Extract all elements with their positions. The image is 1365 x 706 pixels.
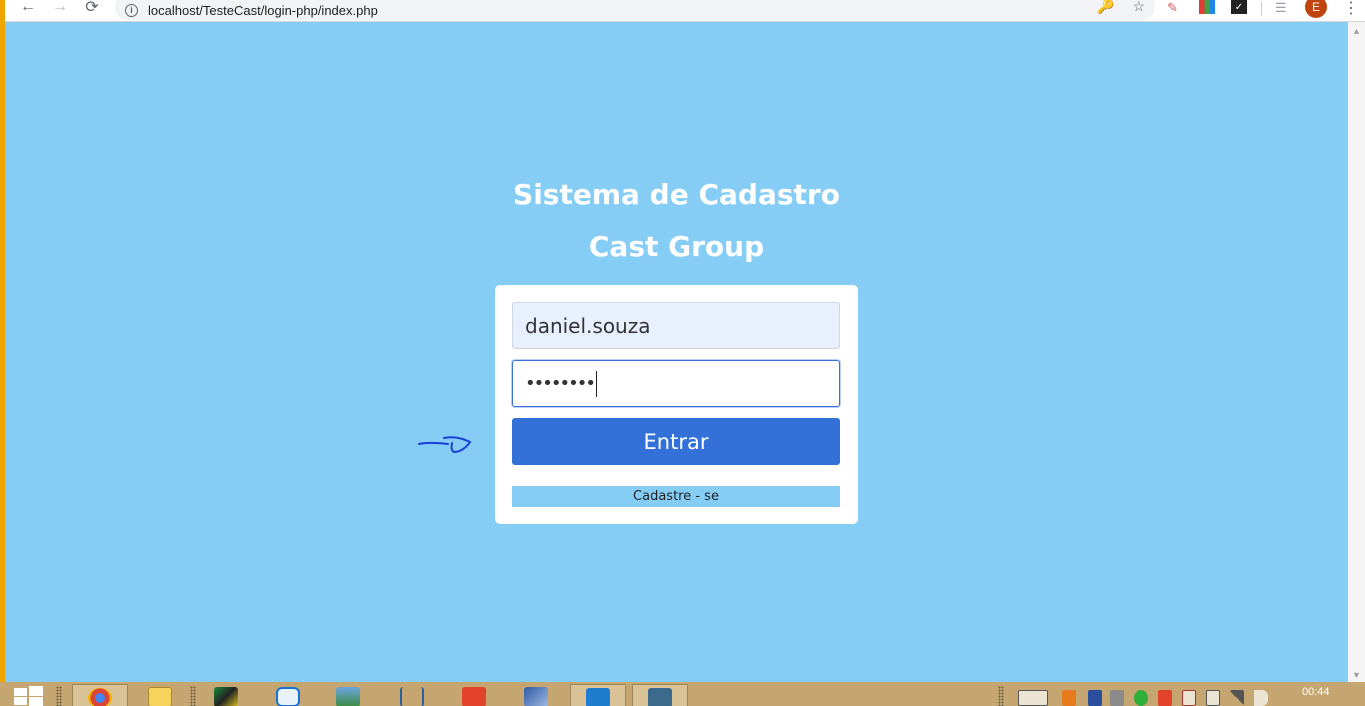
app-icon[interactable] <box>198 684 254 706</box>
profile-avatar[interactable]: E <box>1305 0 1327 18</box>
check-icon[interactable] <box>1134 690 1148 706</box>
scroll-down-icon[interactable]: ▼ <box>1352 670 1361 680</box>
start-button[interactable] <box>14 686 44 706</box>
password-value: •••••••• <box>525 373 596 394</box>
file-explorer-icon[interactable] <box>132 684 188 706</box>
login-card: daniel.souza •••••••• Entrar Cadastre - … <box>495 285 858 524</box>
network-icon[interactable] <box>1230 690 1244 706</box>
username-input[interactable]: daniel.souza <box>512 302 840 349</box>
users-icon[interactable] <box>1110 690 1124 706</box>
username-value: daniel.souza <box>525 313 651 338</box>
key-icon[interactable]: 🔑 <box>1097 0 1114 15</box>
taskbar-clock[interactable]: 00:44 <box>1302 686 1330 698</box>
mysql-workbench-icon[interactable] <box>632 684 688 706</box>
vertical-scrollbar[interactable]: ▲ ▼ <box>1348 22 1365 682</box>
info-icon[interactable]: i <box>125 3 138 17</box>
register-link[interactable]: Cadastre - se <box>512 486 840 507</box>
url-text: localhost/TesteCast/login-php/index.php <box>148 2 378 18</box>
vscode-icon[interactable] <box>570 684 626 706</box>
toolbar-divider <box>1261 2 1262 16</box>
address-bar[interactable]: i localhost/TesteCast/login-php/index.ph… <box>115 0 1155 20</box>
photos-icon[interactable] <box>320 684 376 706</box>
media-list-icon[interactable]: ☰ <box>1275 0 1287 16</box>
taskbar-grip <box>998 686 1004 706</box>
hand-drawn-arrow-icon <box>418 436 472 454</box>
chrome-icon[interactable] <box>72 684 128 706</box>
password-input[interactable]: •••••••• <box>512 360 840 407</box>
color-extension-icon[interactable] <box>1199 0 1215 14</box>
window-edge <box>0 0 5 682</box>
text-caret <box>595 370 597 397</box>
outlook-icon[interactable] <box>508 684 564 706</box>
volume-icon[interactable] <box>1254 690 1268 706</box>
battery-icon[interactable] <box>1206 690 1220 706</box>
git-scm-icon[interactable] <box>446 684 502 706</box>
pdf-extension-icon[interactable]: ✎ <box>1167 0 1181 16</box>
back-button[interactable]: ← <box>13 0 43 18</box>
xampp-icon[interactable] <box>1062 690 1076 706</box>
page-title: Sistema de Cadastro <box>513 178 840 211</box>
windows-taskbar <box>0 682 1365 706</box>
git-tray-icon[interactable] <box>1158 690 1172 706</box>
bluetooth-icon[interactable] <box>1088 690 1102 706</box>
bookmark-star-icon[interactable]: ☆ <box>1132 0 1145 15</box>
taskbar-grip <box>190 686 196 706</box>
git-icon[interactable] <box>384 684 440 706</box>
browser-toolbar: ← → ⟳ i localhost/TesteCast/login-php/in… <box>5 0 1365 22</box>
enter-button[interactable]: Entrar <box>512 418 840 465</box>
keyboard-icon[interactable] <box>1018 690 1048 706</box>
reload-button[interactable]: ⟳ <box>77 0 107 18</box>
browser-menu-icon[interactable]: ⋮ <box>1343 0 1359 18</box>
forward-button[interactable]: → <box>45 0 75 18</box>
taskbar-grip <box>56 686 62 706</box>
extension-icon[interactable]: ✓ <box>1231 0 1247 14</box>
teamviewer-icon[interactable] <box>260 684 316 706</box>
scroll-up-icon[interactable]: ▲ <box>1352 26 1361 36</box>
page-subtitle: Cast Group <box>588 230 765 263</box>
flag-icon[interactable] <box>1182 690 1196 706</box>
